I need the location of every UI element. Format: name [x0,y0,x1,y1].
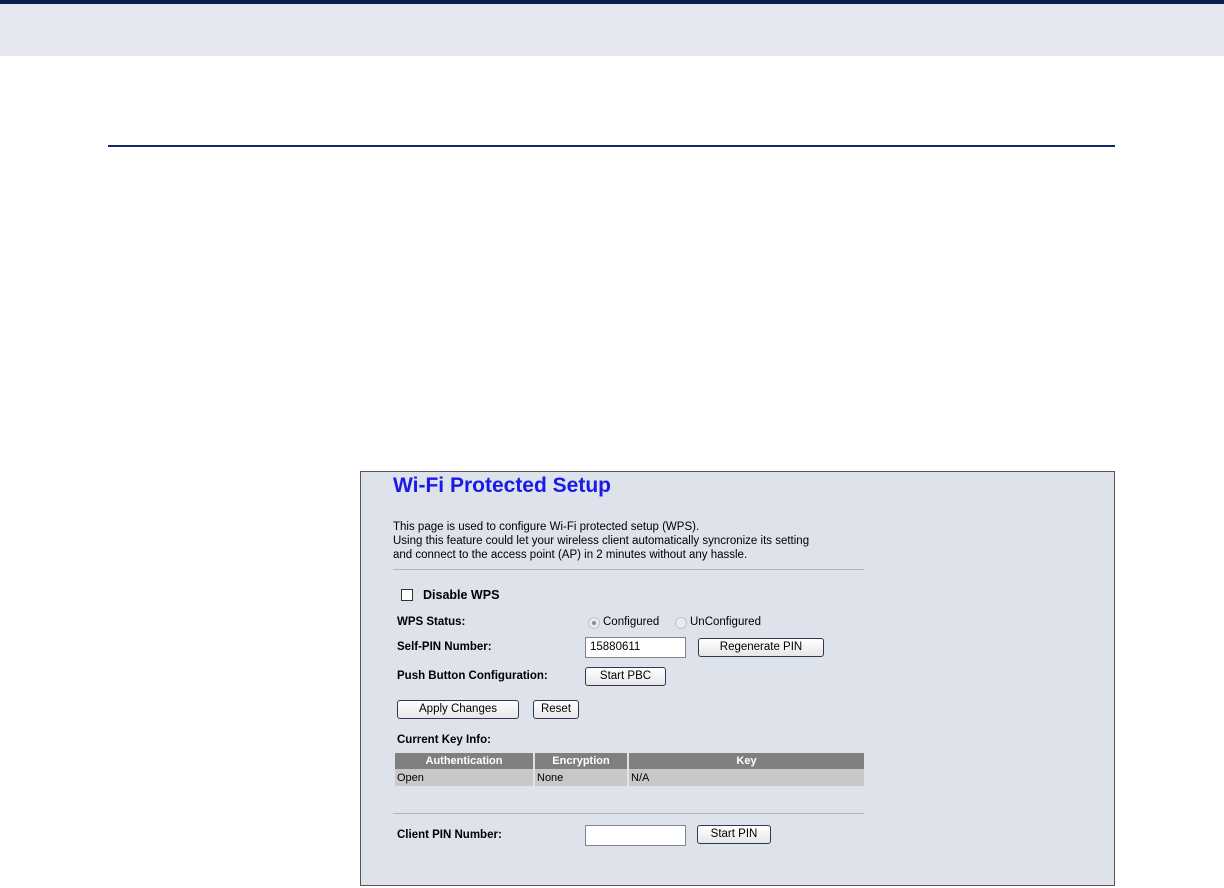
apply-changes-button[interactable]: Apply Changes [397,700,519,719]
configured-radio[interactable] [588,617,600,629]
page-title: Wi-Fi Protected Setup [393,474,611,497]
unconfigured-radio[interactable] [675,617,687,629]
column-header-authentication: Authentication [395,753,535,769]
page-description: This page is used to configure Wi-Fi pro… [393,520,809,562]
disable-wps-label: Disable WPS [423,588,500,602]
key-info-table: Authentication Encryption Key Open None … [395,753,864,786]
current-key-info-label: Current Key Info: [397,734,491,746]
start-pin-button[interactable]: Start PIN [697,825,771,844]
description-line: This page is used to configure Wi-Fi pro… [393,521,700,533]
column-header-encryption: Encryption [534,753,629,769]
table-row: Open None N/A [395,769,864,786]
divider [393,813,864,814]
authentication-cell: Open [395,769,535,786]
disable-wps-checkbox[interactable] [401,589,413,601]
description-line: and connect to the access point (AP) in … [393,549,748,561]
reset-button[interactable]: Reset [533,700,579,719]
page-header-band [0,0,1224,56]
unconfigured-radio-label: UnConfigured [690,616,761,628]
start-pbc-button[interactable]: Start PBC [585,667,666,686]
wps-config-panel: Wi-Fi Protected Setup This page is used … [360,471,1115,886]
client-pin-field[interactable] [585,825,686,846]
self-pin-field[interactable]: 15880611 [585,637,686,658]
self-pin-label: Self-PIN Number: [397,641,492,653]
encryption-cell: None [534,769,629,786]
column-header-key: Key [628,753,864,769]
client-pin-label: Client PIN Number: [397,829,502,841]
section-divider [108,145,1115,147]
key-cell: N/A [628,769,864,786]
regenerate-pin-button[interactable]: Regenerate PIN [698,638,824,657]
divider [393,569,864,570]
wps-status-label: WPS Status: [397,616,466,628]
configured-radio-label: Configured [603,616,660,628]
description-line: Using this feature could let your wirele… [393,535,810,547]
pbc-label: Push Button Configuration: [397,670,548,682]
